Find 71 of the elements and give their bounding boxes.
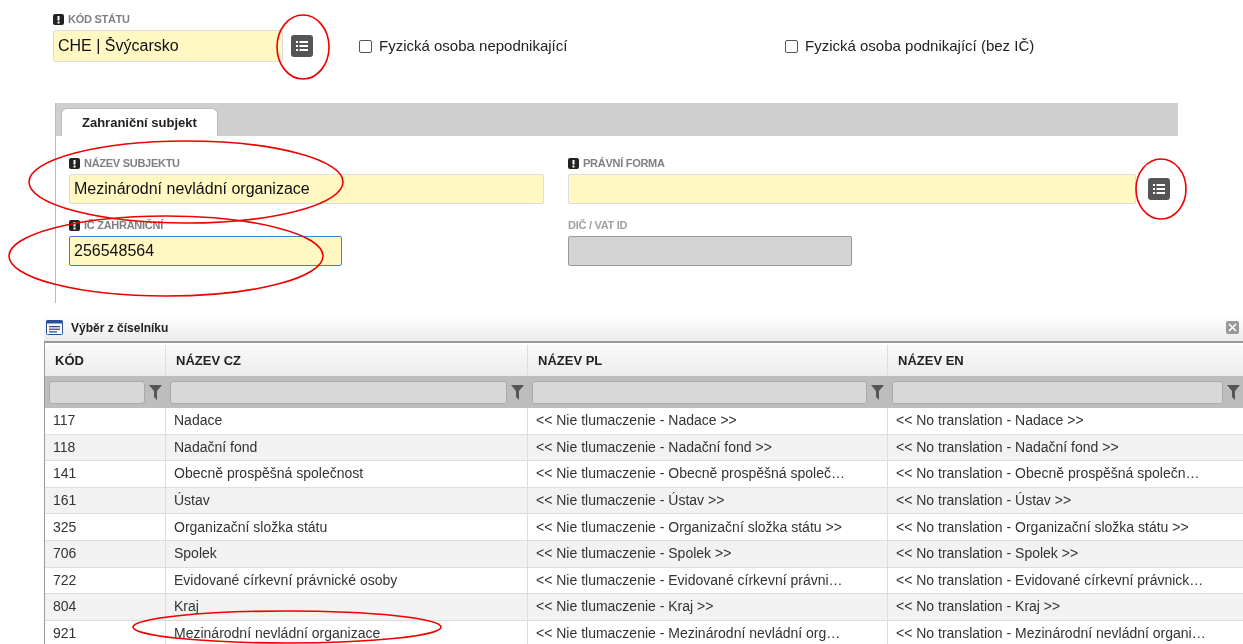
table-cell: << No translation - Kraj >>	[888, 594, 1243, 620]
table-cell: 161	[45, 487, 166, 514]
table-cell: << No translation - Ústav >>	[888, 487, 1243, 514]
field-label: KÓD STÁTU	[68, 11, 130, 27]
table-cell: Ústav	[166, 487, 528, 514]
table-cell: Nadace	[166, 408, 528, 434]
required-icon	[69, 219, 80, 231]
table-cell: 325	[45, 514, 166, 540]
filter-field[interactable]	[170, 380, 507, 404]
dialog-title: Výběr z číselníku	[71, 319, 170, 337]
close-button[interactable]	[1226, 321, 1239, 334]
table-cell: << No translation - Spolek >>	[888, 540, 1243, 567]
table-cell: Kraj	[166, 594, 528, 620]
required-icon	[69, 157, 80, 169]
filter-icon[interactable]	[149, 384, 162, 400]
table-cell: << Nie tlumaczenie - Evidované církevní právni…	[528, 567, 888, 594]
list-button[interactable]	[1148, 178, 1170, 200]
table-cell: Mezinárodní nevládní organizace	[166, 620, 528, 644]
table-cell: Obecně prospěšná společnost	[166, 461, 528, 487]
filter-icon[interactable]	[511, 384, 524, 400]
table-cell: << Nie tlumaczenie - Kraj >>	[528, 594, 888, 620]
table-cell: << Nie tlumaczenie - Ústav >>	[528, 487, 888, 514]
table-cell: Evidované církevní právnické osoby	[166, 567, 528, 594]
table-cell: << Nie tlumaczenie - Obecně prospěšná společ…	[528, 461, 888, 487]
filter-field[interactable]	[532, 380, 867, 404]
table-cell: << No translation - Nadační fond >>	[888, 434, 1243, 461]
filter-field[interactable]	[892, 380, 1223, 404]
input-field[interactable]: CHE | Švýcarsko	[53, 30, 283, 62]
table-cell: 804	[45, 594, 166, 620]
table-cell: 117	[45, 408, 166, 434]
table-cell: << No translation - Nadace >>	[888, 408, 1243, 434]
table-cell: Organizační složka státu	[166, 514, 528, 540]
table-cell: 118	[45, 434, 166, 461]
table-cell: << Nie tlumaczenie - Spolek >>	[528, 540, 888, 567]
table-cell: << No translation - Mezinárodní nevládní organi…	[888, 620, 1243, 644]
table-cell: << Nie tlumaczenie - Mezinárodní nevládní org…	[528, 620, 888, 644]
field-label: PRÁVNÍ FORMA	[583, 155, 665, 171]
list-icon	[1153, 184, 1165, 194]
annotation-ellipse	[276, 14, 330, 80]
required-icon	[53, 13, 64, 25]
table-cell: 722	[45, 567, 166, 594]
list-window-icon	[46, 320, 63, 335]
tab[interactable]: Zahraniční subjekt	[61, 108, 218, 136]
table-cell: Spolek	[166, 540, 528, 567]
field-label: DIČ / VAT ID	[568, 217, 628, 233]
table-cell: << Nie tlumaczenie - Nadační fond >>	[528, 434, 888, 461]
input-field[interactable]: 256548564	[69, 236, 342, 266]
checkbox[interactable]	[359, 39, 372, 53]
table-cell: << No translation - Evidované církevní právnick…	[888, 567, 1243, 594]
filter-icon[interactable]	[1227, 384, 1240, 400]
table-cell: 141	[45, 461, 166, 487]
table-cell: << Nie tlumaczenie - Nadace >>	[528, 408, 888, 434]
required-icon	[568, 157, 579, 169]
list-button[interactable]	[291, 35, 313, 57]
field-label: IČ ZAHRANIČNÍ	[84, 217, 163, 233]
table-cell: << Nie tlumaczenie - Organizační složka státu >>	[528, 514, 888, 540]
checkbox[interactable]	[785, 39, 798, 53]
list-icon	[296, 41, 308, 51]
filter-field[interactable]	[49, 380, 145, 404]
table-cell: << No translation - Obecně prospěšná společn…	[888, 461, 1243, 487]
table-cell: 921	[45, 620, 166, 644]
close-icon	[1228, 323, 1237, 332]
input-field[interactable]: Mezinárodní nevládní organizace	[69, 174, 544, 204]
table-cell: 706	[45, 540, 166, 567]
field-label: NÁZEV SUBJEKTU	[84, 155, 180, 171]
filter-icon[interactable]	[871, 384, 884, 400]
table-cell: Nadační fond	[166, 434, 528, 461]
checkbox-label: Fyzická osoba nepodnikající	[379, 36, 568, 56]
checkbox-label: Fyzická osoba podnikající (bez IČ)	[805, 36, 1035, 56]
table-cell: << No translation - Organizační složka státu >>	[888, 514, 1243, 540]
annotation-ellipse	[1135, 158, 1187, 220]
